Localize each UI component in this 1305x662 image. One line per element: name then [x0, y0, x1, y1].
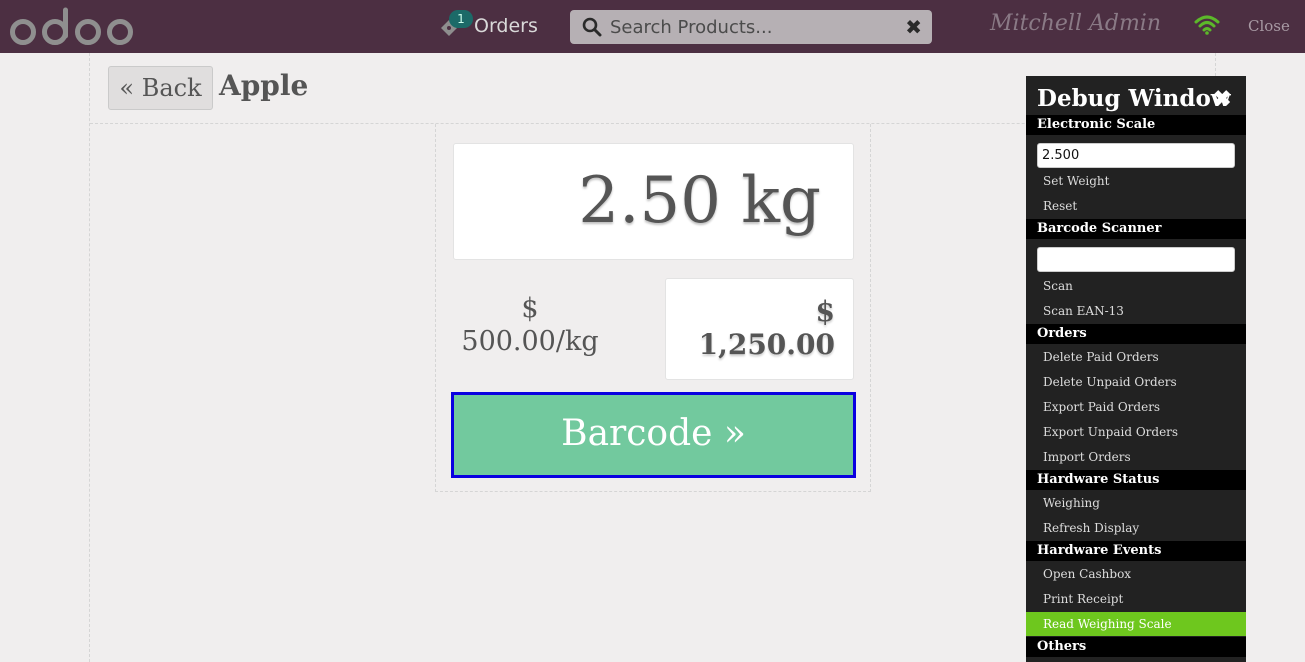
debug-section-electronic-scale: Electronic Scale [1026, 115, 1246, 135]
debug-section-orders: Orders [1026, 324, 1246, 344]
refresh-display-button[interactable]: Refresh Display [1026, 516, 1246, 540]
delete-unpaid-orders-button[interactable]: Delete Unpaid Orders [1026, 370, 1246, 394]
back-button[interactable]: « Back [108, 66, 213, 110]
clear-search-icon[interactable]: ✖ [905, 15, 922, 39]
orders-label: Orders [474, 15, 538, 37]
search-input[interactable] [610, 13, 890, 41]
debug-window: Debug Window ✖ Electronic Scale Set Weig… [1026, 76, 1246, 662]
debug-window-title: Debug Window [1037, 85, 1231, 112]
scan-ean13-button[interactable]: Scan EAN-13 [1026, 299, 1246, 323]
print-receipt-button[interactable]: Print Receipt [1026, 587, 1246, 611]
weighing-status-button[interactable]: Weighing [1026, 491, 1246, 515]
top-bar: 1 Orders ✖ Mitchell Admin Close [0, 0, 1305, 53]
export-paid-orders-button[interactable]: Export Paid Orders [1026, 395, 1246, 419]
read-weighing-scale-button[interactable]: Read Weighing Scale [1026, 612, 1246, 636]
unit-price: $ 500.00/kg [461, 293, 599, 357]
orders-count-badge: 1 [449, 10, 473, 28]
set-weight-button[interactable]: Set Weight [1026, 169, 1246, 193]
debug-section-others: Others [1026, 637, 1246, 657]
user-name: Mitchell Admin [990, 11, 1162, 36]
scan-button[interactable]: Scan [1026, 274, 1246, 298]
weight-value: 2.50 kg [578, 164, 821, 238]
odoo-logo [10, 7, 133, 45]
product-title: Apple [219, 69, 309, 102]
total-price: $ 1,250.00 [698, 295, 835, 361]
debug-section-barcode-scanner: Barcode Scanner [1026, 219, 1246, 239]
export-unpaid-orders-button[interactable]: Export Unpaid Orders [1026, 420, 1246, 444]
delete-paid-orders-button[interactable]: Delete Paid Orders [1026, 345, 1246, 369]
weight-display: 2.50 kg [453, 143, 854, 260]
debug-section-hardware-status: Hardware Status [1026, 470, 1246, 490]
orders-button[interactable]: 1 Orders [438, 10, 538, 42]
search-icon [582, 17, 602, 37]
total-price-box: $ 1,250.00 [665, 278, 854, 380]
scale-panel: 2.50 kg $ 500.00/kg $ 1,250.00 Barcode » [435, 124, 871, 492]
scale-weight-input[interactable] [1037, 143, 1235, 168]
barcode-input[interactable] [1037, 247, 1235, 272]
barcode-button[interactable]: Barcode » [451, 392, 856, 478]
ticket-icon: 1 [438, 10, 473, 37]
close-icon[interactable]: ✖ [1213, 86, 1231, 112]
close-button[interactable]: Close [1248, 17, 1290, 35]
reset-weight-button[interactable]: Reset [1026, 194, 1246, 218]
import-orders-button[interactable]: Import Orders [1026, 445, 1246, 469]
debug-section-hardware-events: Hardware Events [1026, 541, 1246, 561]
search-box: ✖ [570, 10, 932, 44]
wifi-icon[interactable] [1194, 14, 1220, 36]
open-cashbox-button[interactable]: Open Cashbox [1026, 562, 1246, 586]
